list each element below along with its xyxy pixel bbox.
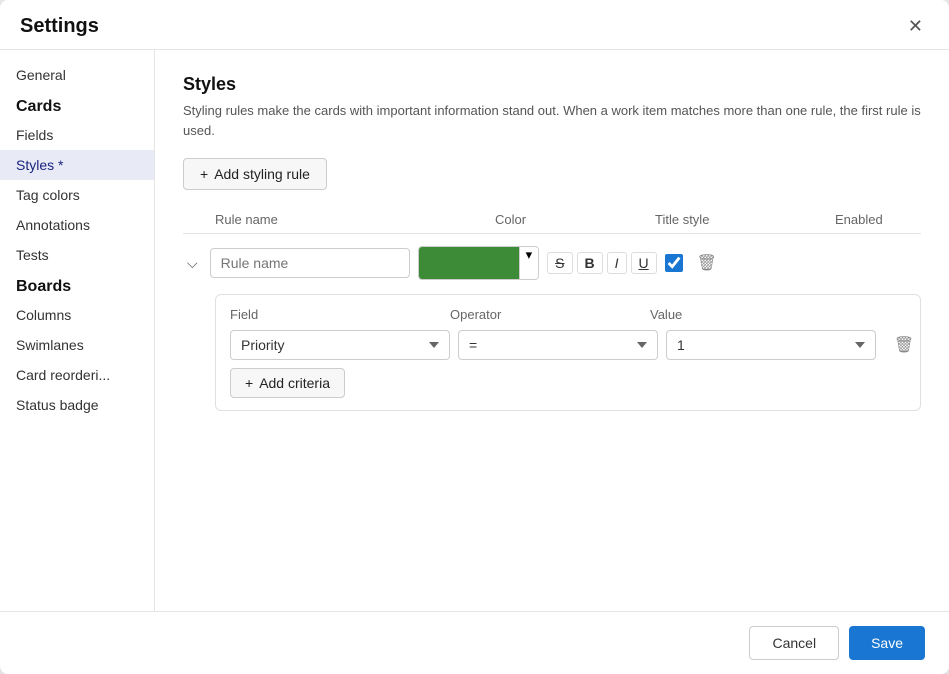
settings-dialog: Settings ✕ General Cards Fields Styles *…	[0, 0, 949, 674]
color-picker-button[interactable]: ▾	[418, 246, 540, 280]
value-select[interactable]: 1 2 3 4	[666, 330, 876, 360]
add-criteria-button[interactable]: + Add criteria	[230, 368, 345, 398]
sidebar-section-cards: Cards	[0, 90, 154, 120]
italic-button[interactable]: I	[607, 252, 627, 274]
add-rule-label: Add styling rule	[214, 166, 310, 182]
col-header-enabled: Enabled	[835, 212, 935, 227]
cancel-button[interactable]: Cancel	[749, 626, 839, 660]
strikethrough-button[interactable]: S	[547, 252, 572, 274]
page-description: Styling rules make the cards with import…	[183, 101, 921, 140]
save-button[interactable]: Save	[849, 626, 925, 660]
col-header-rule-name: Rule name	[215, 212, 495, 227]
rule-main-row: ⌵ ▾ S B I U 🗑	[183, 242, 921, 284]
main-content: Styles Styling rules make the cards with…	[155, 50, 949, 611]
sidebar-item-styles[interactable]: Styles *	[0, 150, 154, 180]
delete-rule-button[interactable]: 🗑	[691, 251, 723, 275]
col-header-title-style: Title style	[655, 212, 835, 227]
color-dropdown-icon[interactable]: ▾	[519, 247, 539, 279]
sidebar-item-tests[interactable]: Tests	[0, 240, 154, 270]
add-criteria-plus-icon: +	[245, 375, 253, 391]
operator-select[interactable]: = != < >	[458, 330, 658, 360]
sidebar-item-fields[interactable]: Fields	[0, 120, 154, 150]
underline-button[interactable]: U	[631, 252, 657, 274]
expand-button[interactable]: ⌵	[183, 253, 202, 274]
title-style-buttons: S B I U	[547, 252, 656, 274]
dialog-body: General Cards Fields Styles * Tag colors…	[0, 50, 949, 611]
close-button[interactable]: ✕	[902, 14, 929, 39]
sidebar-item-status-badge[interactable]: Status badge	[0, 390, 154, 420]
sidebar-item-tag-colors[interactable]: Tag colors	[0, 180, 154, 210]
color-swatch[interactable]	[419, 247, 519, 279]
add-styling-rule-button[interactable]: + Add styling rule	[183, 158, 327, 190]
dialog-title: Settings	[20, 15, 99, 38]
enabled-checkbox[interactable]	[665, 254, 683, 272]
sidebar-item-columns[interactable]: Columns	[0, 300, 154, 330]
sidebar: General Cards Fields Styles * Tag colors…	[0, 50, 155, 611]
criteria-header: Field Operator Value	[230, 307, 906, 330]
rule-row: ⌵ ▾ S B I U 🗑	[183, 242, 921, 411]
dialog-footer: Cancel Save	[0, 611, 949, 674]
col-header-color: Color	[495, 212, 655, 227]
criteria-row: Priority Status Assignee Type = != < >	[230, 330, 906, 360]
criteria-section: Field Operator Value Priority Status Ass…	[215, 294, 921, 411]
sidebar-section-boards: Boards	[0, 270, 154, 300]
criteria-col-field: Field	[230, 307, 450, 322]
dialog-header: Settings ✕	[0, 0, 949, 50]
criteria-col-delete	[860, 307, 900, 322]
add-rule-plus-icon: +	[200, 166, 208, 182]
sidebar-item-annotations[interactable]: Annotations	[0, 210, 154, 240]
delete-criteria-button[interactable]: 🗑	[884, 333, 924, 357]
criteria-col-value: Value	[650, 307, 860, 322]
criteria-col-operator: Operator	[450, 307, 650, 322]
bold-button[interactable]: B	[577, 252, 603, 274]
rule-name-input[interactable]	[210, 248, 410, 278]
add-criteria-label: Add criteria	[259, 375, 330, 391]
sidebar-item-general[interactable]: General	[0, 60, 154, 90]
sidebar-item-swimlanes[interactable]: Swimlanes	[0, 330, 154, 360]
table-header: Rule name Color Title style Enabled	[183, 208, 921, 234]
sidebar-item-card-reordering[interactable]: Card reorderi...	[0, 360, 154, 390]
field-select[interactable]: Priority Status Assignee Type	[230, 330, 450, 360]
page-title: Styles	[183, 74, 921, 95]
